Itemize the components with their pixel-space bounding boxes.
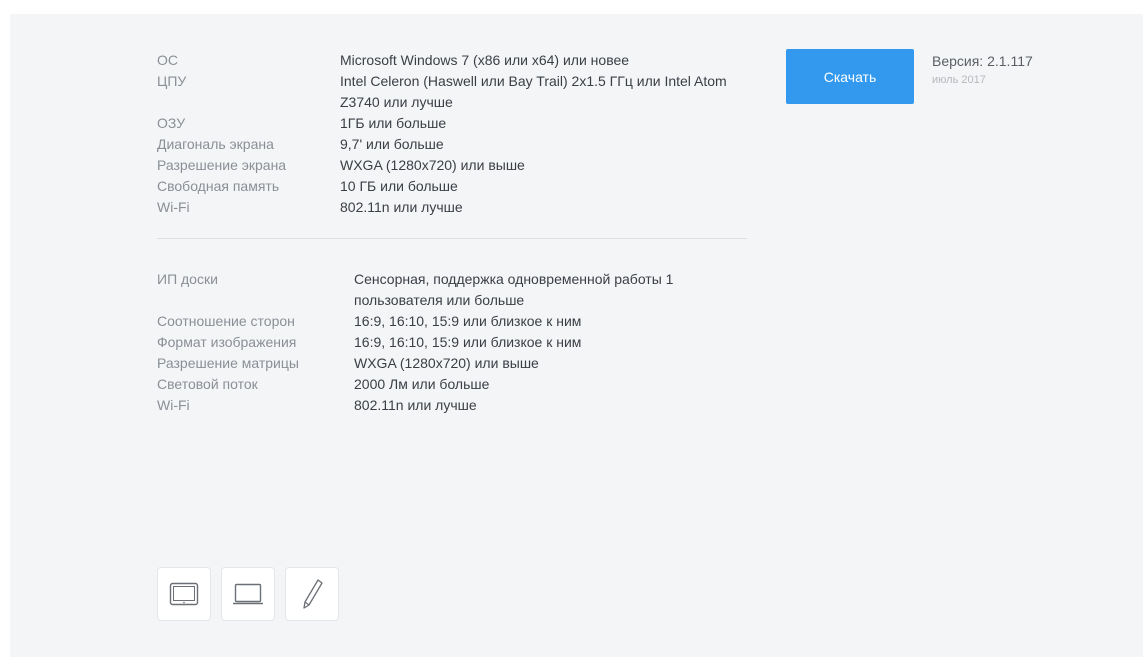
- device-pen-button[interactable]: [285, 567, 339, 621]
- spec-value: Microsoft Windows 7 (x86 или x64) или но…: [340, 52, 630, 68]
- spec-row: Световой поток 2000 Лм или больше: [157, 374, 747, 395]
- version-info: Версия: 2.1.117 июль 2017: [932, 52, 1033, 88]
- spec-row: Разрешение экрана WXGA (1280x720) или вы…: [157, 155, 747, 176]
- spec-row: Wi-Fi 802.11n или лучше: [157, 197, 747, 218]
- spec-row: Формат изображения 16:9, 16:10, 15:9 или…: [157, 332, 747, 353]
- tablet-icon: [169, 582, 199, 606]
- spec-row: Wi-Fi 802.11n или лучше: [157, 395, 747, 416]
- board-requirements: ИП доски Сенсорная, поддержка одновремен…: [157, 269, 747, 416]
- spec-row: ОС Microsoft Windows 7 (x86 или x64) или…: [157, 50, 747, 71]
- spec-row: Разрешение матрицы WXGA (1280x720) или в…: [157, 353, 747, 374]
- spec-value: 16:9, 16:10, 15:9 или близкое к ним: [354, 313, 582, 329]
- download-button[interactable]: Скачать: [786, 49, 914, 104]
- spec-value: 2000 Лм или больше: [354, 376, 490, 392]
- system-requirements: ОС Microsoft Windows 7 (x86 или x64) или…: [157, 50, 747, 218]
- section-divider: [157, 238, 747, 239]
- device-laptop-button[interactable]: [221, 567, 275, 621]
- spec-value: Intel Celeron (Haswell или Bay Trail) 2x…: [340, 73, 727, 110]
- spec-label: Разрешение экрана: [157, 157, 287, 173]
- spec-label: Световой поток: [157, 376, 258, 392]
- spec-label: Соотношение сторон: [157, 313, 295, 329]
- spec-row: ОЗУ 1ГБ или больше: [157, 113, 747, 134]
- version-label: Версия: 2.1.117: [932, 53, 1033, 69]
- spec-label: ОС: [157, 52, 178, 68]
- spec-value: Сенсорная, поддержка одновременной работ…: [354, 271, 674, 308]
- release-date: июль 2017: [932, 74, 986, 86]
- spec-label: Wi-Fi: [157, 199, 190, 215]
- spec-value: 9,7' или больше: [340, 136, 444, 152]
- spec-value: 802.11n или лучше: [340, 199, 463, 215]
- spec-label: Диагональ экрана: [157, 136, 274, 152]
- spec-value: 1ГБ или больше: [340, 115, 447, 131]
- spec-label: ИП доски: [157, 271, 218, 287]
- spec-row: ИП доски Сенсорная, поддержка одновремен…: [157, 269, 747, 311]
- device-selector: [157, 567, 339, 621]
- spec-value: 10 ГБ или больше: [340, 178, 458, 194]
- spec-row: Соотношение сторон 16:9, 16:10, 15:9 или…: [157, 311, 747, 332]
- spec-row: Свободная память 10 ГБ или больше: [157, 176, 747, 197]
- laptop-icon: [232, 582, 264, 606]
- spec-value: WXGA (1280x720) или выше: [340, 157, 525, 173]
- device-tablet-button[interactable]: [157, 567, 211, 621]
- spec-value: 802.11n или лучше: [354, 397, 477, 413]
- requirements-section: ОС Microsoft Windows 7 (x86 или x64) или…: [157, 50, 747, 416]
- spec-label: Wi-Fi: [157, 397, 190, 413]
- spec-label: ЦПУ: [157, 73, 187, 89]
- spec-value: 16:9, 16:10, 15:9 или близкое к ним: [354, 334, 582, 350]
- spec-label: Формат изображения: [157, 334, 297, 350]
- pen-icon: [300, 578, 324, 610]
- spec-row: ЦПУ Intel Celeron (Haswell или Bay Trail…: [157, 71, 747, 113]
- spec-label: Разрешение матрицы: [157, 355, 299, 371]
- spec-row: Диагональ экрана 9,7' или больше: [157, 134, 747, 155]
- spec-label: Свободная память: [157, 178, 280, 194]
- spec-label: ОЗУ: [157, 115, 186, 131]
- spec-value: WXGA (1280x720) или выше: [354, 355, 539, 371]
